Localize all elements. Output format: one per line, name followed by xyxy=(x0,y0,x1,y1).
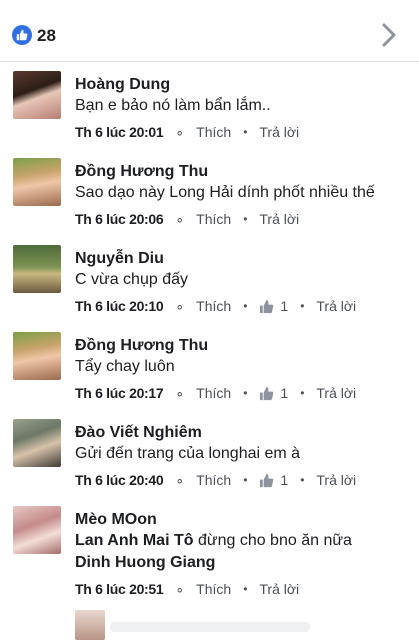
separator-dot: • xyxy=(243,473,248,487)
comment-timestamp[interactable]: Th 6 lúc 20:51 xyxy=(75,581,164,597)
comment-author[interactable]: Đào Viết Nghiêm xyxy=(75,423,415,443)
reactions-header[interactable]: 28 xyxy=(0,0,419,62)
like-count: 28 xyxy=(37,26,56,45)
like-button[interactable]: Thích xyxy=(196,211,231,227)
comment-text: Bạn e bảo nó làm bẩn lắm.. xyxy=(75,97,271,114)
separator-dot: ∘ xyxy=(175,580,185,597)
separator-dot: • xyxy=(300,386,305,400)
reaction-count-value: 1 xyxy=(280,385,289,401)
like-button[interactable]: Thích xyxy=(196,472,231,488)
separator-dot: • xyxy=(243,125,248,139)
thumbs-up-icon xyxy=(260,299,274,313)
reaction-count[interactable]: 1 xyxy=(259,298,288,314)
comment-actions: Th 6 lúc 20:40 ∘ Thích • 1 • Trả lời xyxy=(75,470,356,490)
reply-button[interactable]: Trả lời xyxy=(259,211,299,227)
separator-dot: • xyxy=(243,212,248,226)
thumbs-up-icon xyxy=(260,386,274,400)
comment-author[interactable]: Hoàng Dung xyxy=(75,75,415,95)
like-button[interactable]: Thích xyxy=(196,581,231,597)
separator-dot: ∘ xyxy=(175,297,185,314)
thumbs-up-icon xyxy=(260,473,274,487)
comment-author[interactable]: Đồng Hương Thu xyxy=(75,336,415,356)
comment-text: Gửi đến trang của longhai em à xyxy=(75,445,301,462)
reply-button[interactable]: Trả lời xyxy=(316,385,356,401)
comment-timestamp[interactable]: Th 6 lúc 20:17 xyxy=(75,385,164,401)
comment-author[interactable]: Đồng Hương Thu xyxy=(75,162,415,182)
comment-text-fragment: đừng cho bno ăn nữa xyxy=(193,532,352,549)
reaction-count[interactable]: 1 xyxy=(259,385,288,401)
reply-button[interactable]: Trả lời xyxy=(316,298,356,314)
separator-dot: • xyxy=(300,299,305,313)
comment-timestamp[interactable]: Th 6 lúc 20:06 xyxy=(75,211,164,227)
comment-timestamp[interactable]: Th 6 lúc 20:01 xyxy=(75,124,164,140)
avatar[interactable] xyxy=(13,71,61,119)
separator-dot: • xyxy=(300,473,305,487)
comment-timestamp[interactable]: Th 6 lúc 20:10 xyxy=(75,298,164,314)
comment-author[interactable]: Mèo MOon xyxy=(75,510,415,530)
comment-actions: Th 6 lúc 20:10 ∘ Thích • 1 • Trả lời xyxy=(75,296,356,316)
comment-text-line: Dinh Huong Giang xyxy=(75,552,415,574)
chevron-right-icon[interactable] xyxy=(379,22,399,48)
thumbs-up-icon xyxy=(12,25,32,45)
mention-link[interactable]: Dinh Huong Giang xyxy=(75,554,215,571)
separator-dot: ∘ xyxy=(175,210,185,227)
separator-dot: ∘ xyxy=(175,471,185,488)
reply-preview[interactable] xyxy=(110,622,310,632)
avatar[interactable] xyxy=(13,245,61,293)
comment-author[interactable]: Nguyễn Diu xyxy=(75,249,415,269)
separator-dot: ∘ xyxy=(175,123,185,140)
separator-dot: • xyxy=(243,299,248,313)
avatar[interactable] xyxy=(13,332,61,380)
comment-text: Lan Anh Mai Tô đừng cho bno ăn nữa xyxy=(75,530,415,552)
comment-timestamp[interactable]: Th 6 lúc 20:40 xyxy=(75,472,164,488)
reply-button[interactable]: Trả lời xyxy=(259,581,299,597)
avatar[interactable] xyxy=(13,506,61,554)
like-button[interactable]: Thích xyxy=(196,385,231,401)
like-button[interactable]: Thích xyxy=(196,298,231,314)
comment-text: C vừa chụp đấy xyxy=(75,271,188,288)
comment-actions: Th 6 lúc 20:01 ∘ Thích • Trả lời xyxy=(75,122,299,142)
comment-actions: Th 6 lúc 20:17 ∘ Thích • 1 • Trả lời xyxy=(75,383,356,403)
avatar[interactable] xyxy=(13,158,61,206)
mention-link[interactable]: Lan Anh Mai Tô xyxy=(75,532,194,549)
separator-dot: • xyxy=(243,582,248,596)
reaction-count[interactable]: 1 xyxy=(259,472,288,488)
comment-actions: Th 6 lúc 20:51 ∘ Thích • Trả lời xyxy=(75,579,299,599)
comment-text: Tẩy chay luôn xyxy=(75,358,175,375)
reaction-count-value: 1 xyxy=(280,472,289,488)
comment-text: Sao dạo này Long Hải dính phốt nhiều thế xyxy=(75,184,375,201)
reply-button[interactable]: Trả lời xyxy=(316,472,356,488)
reaction-count-value: 1 xyxy=(280,298,289,314)
avatar[interactable] xyxy=(13,419,61,467)
reply-button[interactable]: Trả lời xyxy=(259,124,299,140)
comment-actions: Th 6 lúc 20:06 ∘ Thích • Trả lời xyxy=(75,209,299,229)
separator-dot: ∘ xyxy=(175,384,185,401)
like-button[interactable]: Thích xyxy=(196,124,231,140)
avatar[interactable] xyxy=(75,610,105,640)
separator-dot: • xyxy=(243,386,248,400)
